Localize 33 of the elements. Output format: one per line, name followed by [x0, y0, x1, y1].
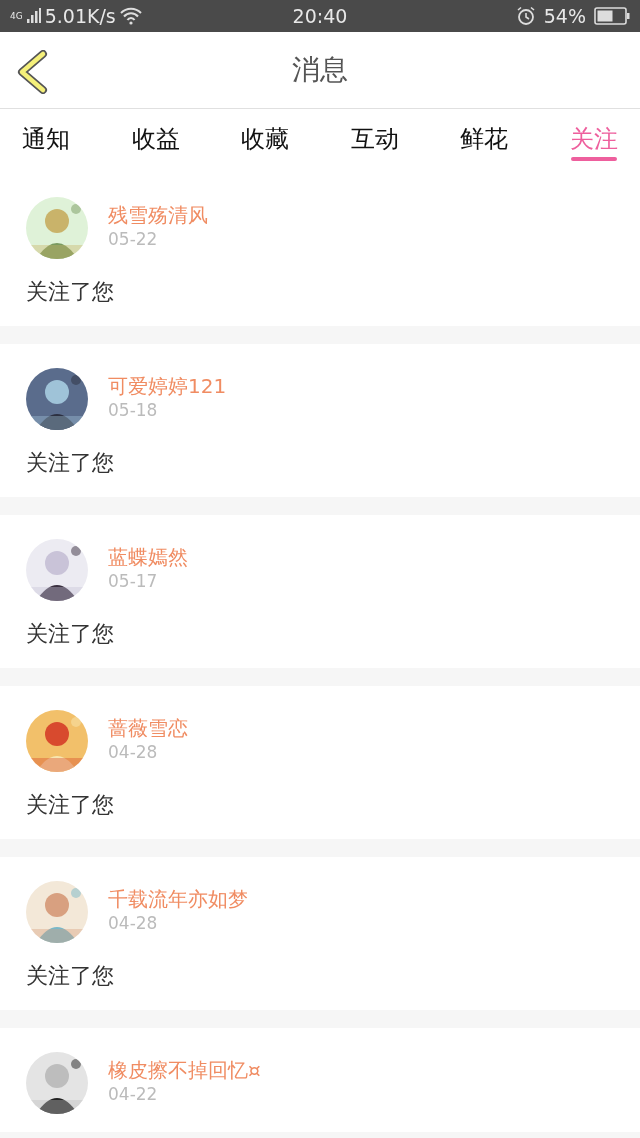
- network-speed: 5.01K/s: [44, 3, 116, 29]
- message-text: 关注了您: [26, 449, 115, 477]
- tab[interactable]: 收益: [119, 115, 192, 167]
- tab[interactable]: 收藏: [229, 115, 302, 167]
- wifi-icon: [119, 7, 142, 25]
- tab[interactable]: 通知: [10, 115, 82, 167]
- network-type: 4G: [10, 11, 23, 21]
- message-text: 关注了您: [26, 791, 115, 819]
- message-text: 关注了您: [26, 962, 115, 990]
- message-text: 关注了您: [26, 620, 115, 648]
- message-date: 05-22: [108, 228, 159, 252]
- tab[interactable]: 互动: [338, 115, 411, 167]
- user-name[interactable]: 橡皮擦不掉回忆¤: [108, 1058, 261, 1083]
- tab[interactable]: 鲜花: [448, 115, 521, 167]
- battery-icon: [594, 7, 630, 25]
- message-date: 05-18: [108, 399, 159, 423]
- message-date: 05-17: [108, 570, 159, 594]
- clock-time: 20:40: [292, 3, 348, 29]
- user-name[interactable]: 千载流年亦如梦: [108, 887, 248, 912]
- battery-level: 54%: [543, 3, 586, 29]
- message-date: 04-28: [108, 912, 159, 936]
- user-name[interactable]: 残雪殇清风: [108, 203, 208, 228]
- user-name[interactable]: 可爱婷婷121: [108, 374, 227, 399]
- message-date: 04-22: [108, 1083, 159, 1107]
- alarm-icon: [515, 6, 536, 26]
- message-text: 关注了您: [26, 278, 115, 306]
- user-name[interactable]: 蓝蝶嫣然: [108, 545, 188, 570]
- page-title: 消息: [292, 52, 348, 88]
- tab[interactable]: 关注: [557, 115, 630, 167]
- back-icon[interactable]: [16, 50, 48, 94]
- user-name[interactable]: 蔷薇雪恋: [108, 716, 188, 741]
- message-date: 04-28: [108, 741, 159, 765]
- signal-icon: [26, 8, 41, 24]
